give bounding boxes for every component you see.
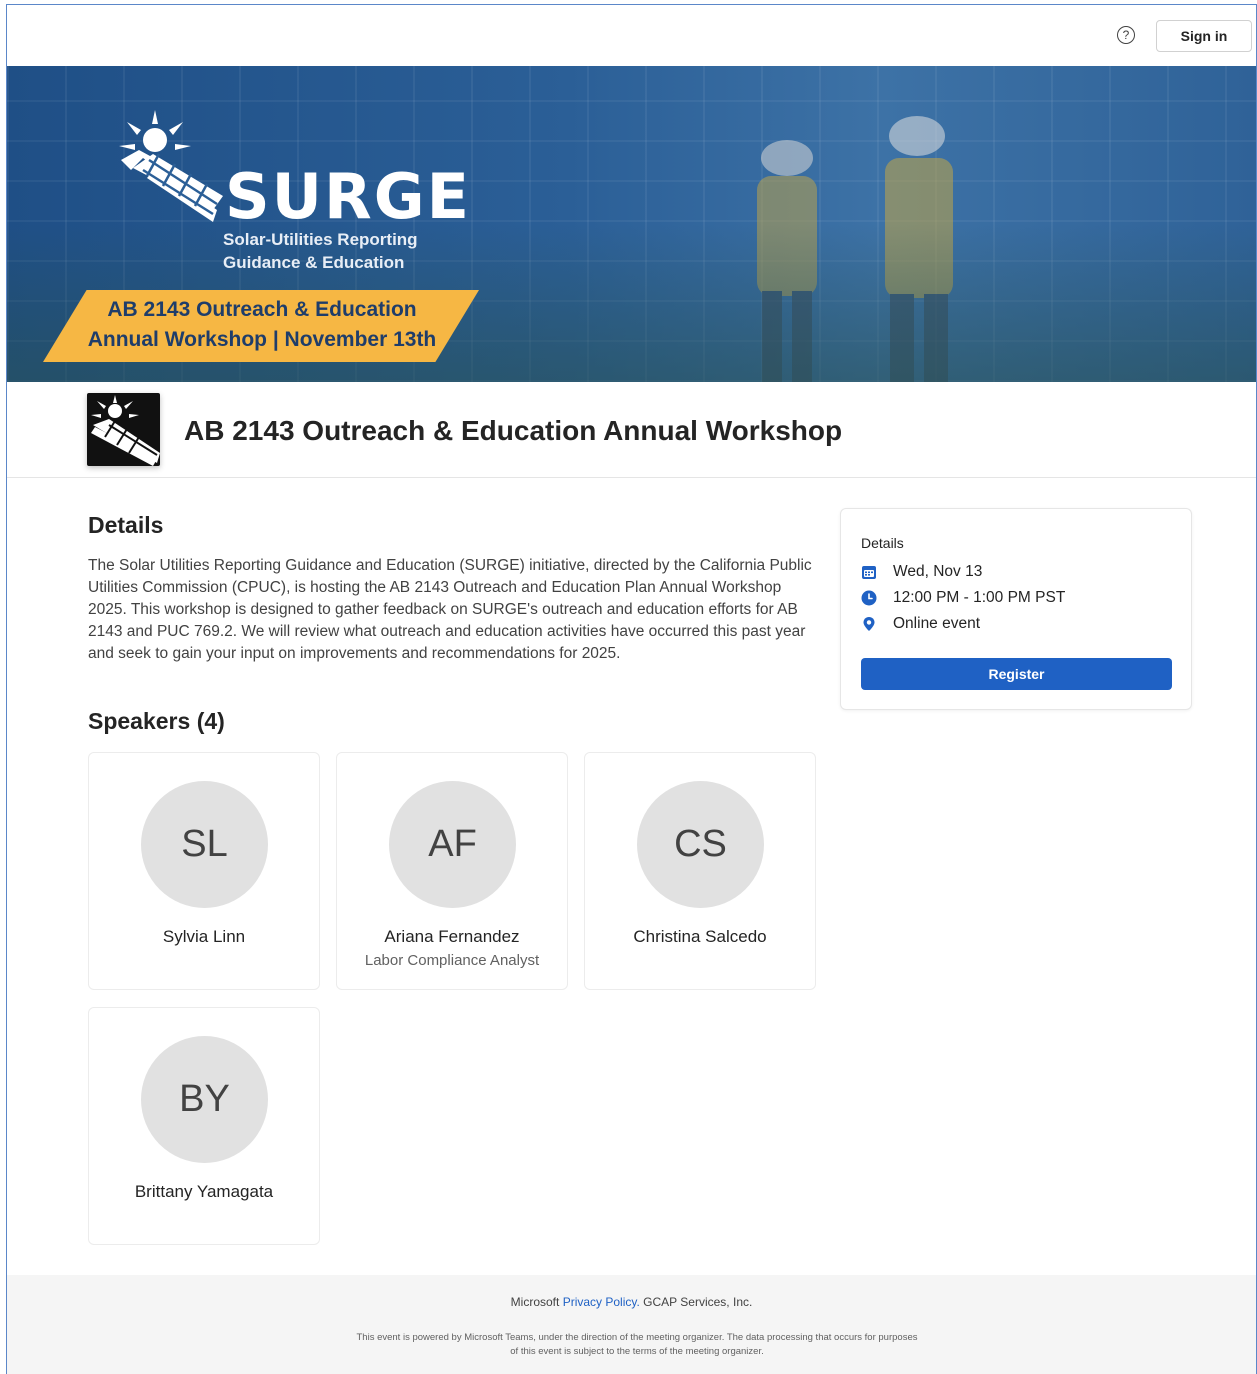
speaker-name: Christina Salcedo [633,927,767,946]
top-bar: ? Sign in [7,5,1256,66]
avatar: CS [637,781,764,908]
date-row: Wed, Nov 13 [861,563,982,581]
page-frame: ? Sign in SURGE Solar-Utilities Reportin… [6,4,1257,1374]
footer: Microsoft Privacy Policy. GCAP Services,… [7,1275,1256,1374]
ribbon-text: AB 2143 Outreach & Education Annual Work… [87,298,437,351]
avatar: SL [141,781,268,908]
privacy-policy-link[interactable]: Privacy Policy. [563,1295,640,1309]
register-button[interactable]: Register [861,658,1172,690]
details-heading: Details [88,512,164,538]
event-banner: SURGE Solar-Utilities Reporting Guidance… [7,66,1256,382]
event-description: The Solar Utilities Reporting Guidance a… [88,557,812,662]
footer-note: This event is powered by Microsoft Teams… [356,1332,918,1357]
speaker-card[interactable]: CS Christina Salcedo [584,752,816,990]
speakers-heading: Speakers (4) [88,708,225,734]
surge-logo-icon [119,110,223,222]
speaker-name: Brittany Yamagata [134,1182,274,1201]
details-card-heading: Details [861,535,904,551]
event-title: AB 2143 Outreach & Education Annual Work… [184,415,843,446]
speaker-name: Ariana Fernandez [384,927,520,946]
event-header: AB 2143 Outreach & Education Annual Work… [7,382,1256,478]
details-card: Details Wed, Nov 13 12:00 PM - 1:00 PM P… [840,508,1192,710]
brand-title: SURGE [225,160,471,233]
calendar-icon [862,566,876,579]
avatar: AF [389,781,516,908]
avatar: BY [141,1036,268,1163]
speaker-card[interactable]: SL Sylvia Linn [88,752,320,990]
sign-in-button[interactable]: Sign in [1156,20,1252,52]
speaker-card[interactable]: AF Ariana Fernandez Labor Compliance Ana… [336,752,568,990]
speaker-card[interactable]: BY Brittany Yamagata [88,1007,320,1245]
time-row: 12:00 PM - 1:00 PM PST [861,589,1065,607]
footer-links: Microsoft Privacy Policy. GCAP Services,… [510,1295,753,1309]
clock-icon [861,590,877,606]
event-logo-icon [87,393,160,466]
question-circle-icon[interactable]: ? [1117,26,1135,44]
location-pin-icon [863,617,875,631]
brand-subtitle: Solar-Utilities Reporting Guidance & Edu… [223,230,418,272]
speaker-name: Sylvia Linn [162,927,246,946]
location-row: Online event [861,615,980,633]
speaker-role: Labor Compliance Analyst [364,952,540,969]
